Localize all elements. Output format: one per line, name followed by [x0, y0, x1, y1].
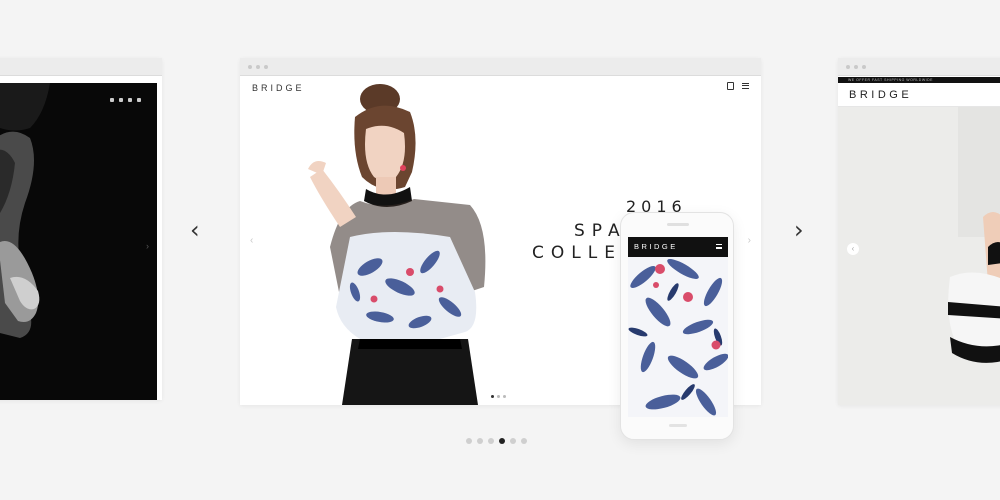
left-model-photo — [0, 83, 157, 400]
carousel-dot[interactable] — [477, 438, 483, 444]
slide-dot[interactable] — [503, 395, 506, 398]
slide-pagination — [491, 395, 506, 398]
facebook-icon[interactable] — [110, 98, 114, 102]
window-dot — [854, 65, 858, 69]
window-dot — [264, 65, 268, 69]
slide-dot[interactable] — [497, 395, 500, 398]
phone-header: BRIDGE — [628, 237, 728, 257]
instagram-icon[interactable] — [137, 98, 141, 102]
browser-chrome — [838, 58, 1000, 76]
phone-menu-icon[interactable] — [716, 244, 722, 249]
phone-logo[interactable]: BRIDGE — [634, 242, 678, 251]
menu-icon[interactable] — [742, 83, 749, 89]
phone-home-button — [669, 424, 687, 427]
carousel-next-arrow[interactable]: › — [794, 218, 804, 242]
browser-chrome — [240, 58, 761, 76]
right-slide-viewport: WE OFFER FAST SHIPPING WORLDWIDE BRIDGE … — [838, 77, 1000, 405]
site-header: BRIDGE — [838, 83, 1000, 107]
left-slide-viewport: › — [0, 83, 157, 400]
site-logo[interactable]: BRIDGE — [849, 89, 912, 101]
twitter-icon[interactable] — [119, 98, 123, 102]
slide-prev-arrow[interactable]: ‹ — [250, 235, 253, 246]
left-browser-frame[interactable]: › — [0, 58, 162, 400]
right-slide-prev-arrow[interactable]: ‹ — [847, 243, 859, 255]
browser-chrome — [0, 58, 162, 76]
window-controls — [846, 65, 866, 69]
phone-speaker — [667, 223, 689, 226]
social-icons — [110, 98, 141, 102]
window-dot — [248, 65, 252, 69]
site-logo[interactable]: BRIDGE — [252, 83, 305, 93]
slide-next-arrow[interactable]: › — [748, 235, 751, 246]
right-browser-frame[interactable]: WE OFFER FAST SHIPPING WORLDWIDE BRIDGE … — [838, 58, 1000, 405]
cart-icon[interactable] — [727, 82, 734, 90]
model-photo — [308, 84, 486, 405]
left-slide-next-arrow[interactable]: › — [146, 241, 149, 251]
phone-screen: BRIDGE — [628, 237, 728, 417]
vimeo-icon[interactable] — [128, 98, 132, 102]
phone-mockup: BRIDGE — [620, 212, 734, 440]
window-dot — [846, 65, 850, 69]
window-dot — [256, 65, 260, 69]
model-legs-photo — [838, 107, 1000, 405]
window-dot — [862, 65, 866, 69]
carousel-prev-arrow[interactable]: ‹ — [190, 218, 200, 242]
carousel-dot[interactable] — [466, 438, 472, 444]
header-icons — [727, 82, 749, 90]
carousel-dot[interactable] — [510, 438, 516, 444]
slide-dot[interactable] — [491, 395, 494, 398]
window-controls — [248, 65, 268, 69]
carousel-dot[interactable] — [521, 438, 527, 444]
carousel-pagination — [466, 438, 527, 444]
floral-pattern-image — [628, 257, 728, 417]
carousel-dot-active[interactable] — [499, 438, 505, 444]
showcase-stage: › BRIDGE 2016 SPA COLLEC ‹ › BRIDGE WE O… — [0, 0, 1000, 500]
carousel-dot[interactable] — [488, 438, 494, 444]
